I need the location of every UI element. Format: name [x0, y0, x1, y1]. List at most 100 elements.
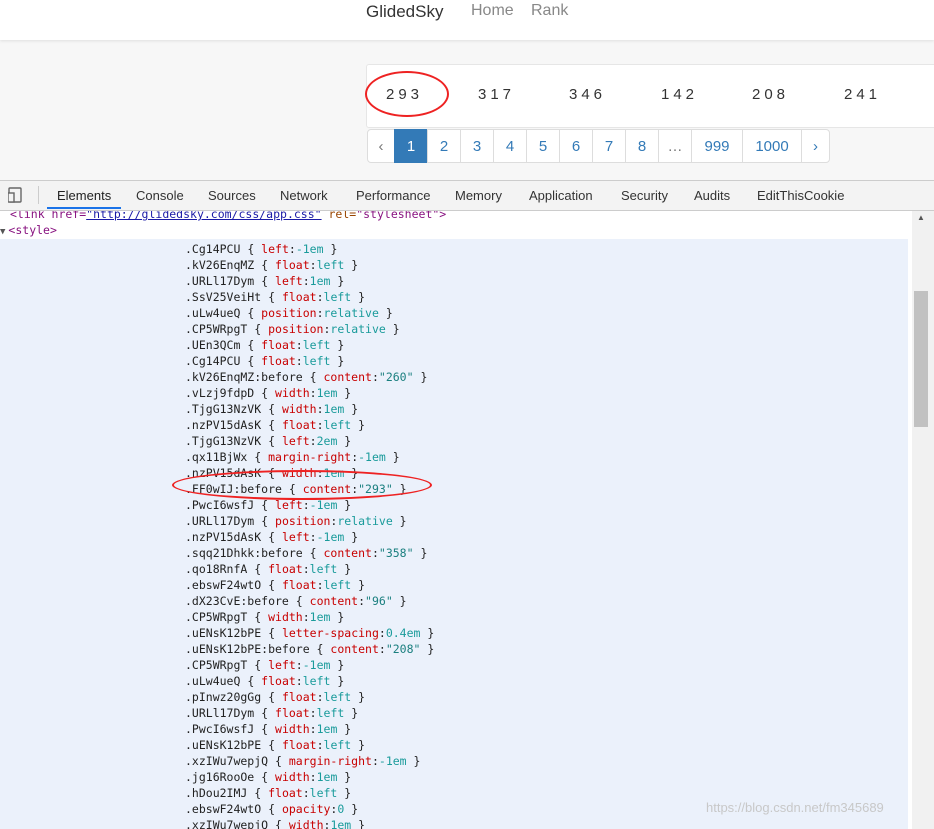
css-value[interactable]: left [303, 354, 331, 368]
tab-audits[interactable]: Audits [694, 188, 730, 203]
css-rule[interactable]: .CP5WRpgT { width:1em } [185, 609, 344, 625]
pagination-page[interactable]: 7 [592, 129, 626, 163]
css-rule[interactable]: .CP5WRpgT { position:relative } [185, 321, 400, 337]
css-property[interactable]: width [275, 722, 310, 736]
tab-application[interactable]: Application [529, 188, 593, 203]
css-property[interactable]: position [275, 514, 330, 528]
css-value[interactable]: 1em [330, 818, 351, 829]
css-property[interactable]: width [282, 402, 317, 416]
tab-performance[interactable]: Performance [356, 188, 430, 203]
css-value[interactable]: "96" [365, 594, 393, 608]
css-property[interactable]: position [261, 306, 316, 320]
css-rule[interactable]: .TjgG13NzVK { width:1em } [185, 401, 358, 417]
scroll-up-icon[interactable]: ▲ [917, 213, 925, 222]
css-property[interactable]: width [268, 610, 303, 624]
css-property[interactable]: float [282, 418, 317, 432]
css-property[interactable]: margin-right [268, 450, 351, 464]
css-property[interactable]: float [261, 354, 296, 368]
scrollbar-thumb[interactable] [914, 291, 928, 427]
css-property[interactable]: content [330, 642, 378, 656]
stylesheet-link[interactable]: "http://glidedsky.com/css/app.css" [86, 211, 321, 221]
css-rule[interactable]: .UEn3QCm { float:left } [185, 337, 344, 353]
css-property[interactable]: left [261, 242, 289, 256]
css-value[interactable]: 0.4em [386, 626, 421, 640]
css-value[interactable]: -1em [296, 242, 324, 256]
css-value[interactable]: left [303, 674, 331, 688]
css-rule[interactable]: .Cg14PCU { float:left } [185, 353, 344, 369]
tab-memory[interactable]: Memory [455, 188, 502, 203]
nav-rank-link[interactable]: Rank [531, 2, 568, 20]
css-value[interactable]: 1em [317, 722, 338, 736]
css-value[interactable]: left [324, 738, 352, 752]
css-property[interactable]: width [275, 770, 310, 784]
css-property[interactable]: float [268, 786, 303, 800]
pagination-page[interactable]: 4 [493, 129, 527, 163]
css-rule[interactable]: .pInwz20gGg { float:left } [185, 689, 365, 705]
css-property[interactable]: opacity [282, 802, 330, 816]
css-value[interactable]: "208" [386, 642, 421, 656]
tab-security[interactable]: Security [621, 188, 668, 203]
css-property[interactable]: float [275, 258, 310, 272]
css-property[interactable]: float [268, 562, 303, 576]
css-rule[interactable]: .kV26EnqMZ { float:left } [185, 257, 358, 273]
css-value[interactable]: 1em [324, 402, 345, 416]
css-value[interactable]: relative [330, 322, 385, 336]
css-property[interactable]: letter-spacing [282, 626, 379, 640]
css-rule[interactable]: .ebswF24wtO { float:left } [185, 577, 365, 593]
css-rule[interactable]: .uLw4ueQ { position:relative } [185, 305, 393, 321]
css-rule[interactable]: .uENsK12bPE { letter-spacing:0.4em } [185, 625, 434, 641]
link-element[interactable]: <link href="http://glidedsky.com/css/app… [10, 211, 446, 221]
site-brand[interactable]: GlidedSky [366, 2, 443, 22]
css-property[interactable]: left [275, 274, 303, 288]
css-property[interactable]: left [275, 498, 303, 512]
css-value[interactable]: 1em [317, 770, 338, 784]
css-rule[interactable]: .vLzj9fdpD { width:1em } [185, 385, 351, 401]
css-value[interactable]: 1em [310, 274, 331, 288]
css-value[interactable]: relative [337, 514, 392, 528]
css-rule[interactable]: .sqq21Dhkk:before { content:"358" } [185, 545, 427, 561]
css-property[interactable]: float [282, 690, 317, 704]
css-rule[interactable]: .CP5WRpgT { left:-1em } [185, 657, 344, 673]
css-value[interactable]: left [317, 706, 345, 720]
css-rule[interactable]: .qo18RnfA { float:left } [185, 561, 351, 577]
css-value[interactable]: -1em [317, 530, 345, 544]
css-property[interactable]: width [289, 818, 324, 829]
css-rule[interactable]: .PwcI6wsfJ { width:1em } [185, 721, 351, 737]
css-value[interactable]: left [303, 338, 331, 352]
css-property[interactable]: left [282, 530, 310, 544]
css-property[interactable]: float [282, 290, 317, 304]
pagination-prev[interactable]: ‹ [367, 129, 395, 163]
pagination-page[interactable]: 1 [394, 129, 428, 163]
css-value[interactable]: left [324, 418, 352, 432]
pagination-page[interactable]: 2 [427, 129, 461, 163]
css-rule[interactable]: .xzIWu7wepjQ { margin-right:-1em } [185, 753, 420, 769]
css-property[interactable]: margin-right [289, 754, 372, 768]
css-rule[interactable]: .kV26EnqMZ:before { content:"260" } [185, 369, 427, 385]
css-rule[interactable]: .SsV25VeiHt { float:left } [185, 289, 365, 305]
css-property[interactable]: content [323, 546, 371, 560]
css-rule[interactable]: .uENsK12bPE { float:left } [185, 737, 365, 753]
css-property[interactable]: left [268, 658, 296, 672]
pagination-next[interactable]: › [801, 129, 830, 163]
css-rule[interactable]: .URLl17Dym { left:1em } [185, 273, 344, 289]
css-value[interactable]: left [324, 690, 352, 704]
pagination-page[interactable]: 1000 [742, 129, 802, 163]
css-rule[interactable]: .ebswF24wtO { opacity:0 } [185, 801, 358, 817]
style-element[interactable]: ▼ <style> [0, 223, 57, 237]
css-rule[interactable]: .Cg14PCU { left:-1em } [185, 241, 337, 257]
css-value[interactable]: -1em [310, 498, 338, 512]
css-value[interactable]: left [324, 578, 352, 592]
css-property[interactable]: content [323, 370, 371, 384]
tab-network[interactable]: Network [280, 188, 328, 203]
css-value[interactable]: 1em [317, 386, 338, 400]
css-rule[interactable]: .uENsK12bPE:before { content:"208" } [185, 641, 434, 657]
css-rule[interactable]: .xzIWu7wepjQ { width:1em } [185, 817, 365, 829]
pagination-page[interactable]: 5 [526, 129, 560, 163]
pagination-page[interactable]: 8 [625, 129, 659, 163]
css-value[interactable]: left [310, 562, 338, 576]
tab-elements[interactable]: Elements [57, 188, 111, 203]
css-property[interactable]: float [282, 578, 317, 592]
css-value[interactable]: 2em [317, 434, 338, 448]
css-rule[interactable]: .uLw4ueQ { float:left } [185, 673, 344, 689]
css-property[interactable]: float [261, 338, 296, 352]
